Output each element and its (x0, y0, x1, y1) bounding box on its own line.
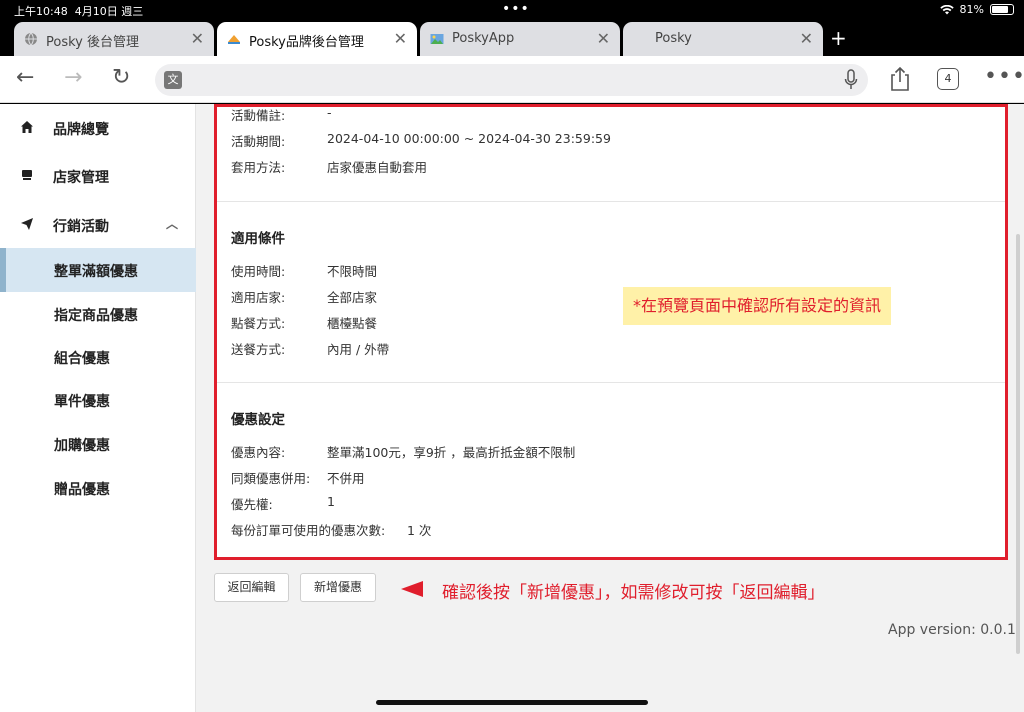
sidebar-item-store-management[interactable]: 店家管理 (0, 154, 196, 198)
tab-poskyapp[interactable]: PoskyApp ✕ (420, 22, 620, 56)
add-discount-button[interactable]: 新增優惠 (300, 573, 376, 602)
forward-arrow-icon[interactable]: → (64, 65, 82, 90)
status-bar: 上午10:48 4月10日 週三 ••• 81% (0, 0, 1024, 20)
browser-toolbar: ← → ↻ 文 4 ••• (0, 56, 1024, 103)
close-tab-icon[interactable]: ✕ (394, 29, 407, 48)
close-tab-icon[interactable]: ✕ (191, 29, 204, 48)
sidebar-item-label: 品牌總覽 (53, 122, 109, 138)
sidebar-item-label: 單件優惠 (54, 394, 110, 410)
app-version: App version: 0.0.1 (888, 622, 1016, 638)
share-icon[interactable] (888, 66, 912, 92)
sidebar-subitem-order-threshold[interactable]: 整單滿額優惠 (0, 248, 196, 292)
sidebar-item-label: 店家管理 (53, 170, 109, 186)
sidebar-item-label: 贈品優惠 (54, 482, 110, 498)
sidebar-item-brand-overview[interactable]: 品牌總覽 (0, 106, 196, 150)
sidebar-subitem-add-on[interactable]: 加購優惠 (0, 422, 196, 466)
new-tab-button[interactable]: + (830, 26, 847, 50)
sidebar-subitem-single-item[interactable]: 單件優惠 (0, 378, 196, 422)
reload-icon[interactable]: ↻ (112, 65, 130, 90)
sidebar-subitem-combo[interactable]: 組合優惠 (0, 335, 196, 379)
tab-label: PoskyApp (452, 31, 515, 46)
main-content: 品牌總覽 店家管理 行銷活動 ︿ 整單滿額優惠 指定商品優惠 組合優惠 單件優惠… (0, 104, 1024, 712)
sidebar: 品牌總覽 店家管理 行銷活動 ︿ 整單滿額優惠 指定商品優惠 組合優惠 單件優惠… (0, 104, 196, 712)
home-indicator[interactable] (376, 700, 648, 705)
chevron-up-icon[interactable]: ︿ (166, 215, 178, 232)
tab-strip: Posky 後台管理 ✕ Posky品牌後台管理 ✕ PoskyApp ✕ Po… (0, 20, 1024, 56)
more-options-icon[interactable]: ••• (984, 64, 1024, 89)
section-divider (217, 201, 1005, 202)
sidebar-subitem-specified-product[interactable]: 指定商品優惠 (0, 292, 196, 336)
posky-logo-icon (228, 35, 240, 44)
sidebar-item-label: 行銷活動 (53, 219, 109, 235)
sidebar-item-label: 整單滿額優惠 (54, 264, 138, 280)
sidebar-subitem-gift[interactable]: 贈品優惠 (0, 466, 196, 510)
close-tab-icon[interactable]: ✕ (597, 29, 610, 48)
status-date: 4月10日 週三 (74, 5, 144, 18)
tab-label: Posky 後台管理 (46, 35, 139, 50)
status-time: 上午10:48 4月10日 週三 (14, 5, 144, 18)
tab-count-button[interactable]: 4 (937, 68, 959, 90)
instruction-text: 確認後按「新增優惠」，如需修改可按「返回編輯」 (442, 583, 825, 603)
translate-icon[interactable]: 文 (164, 71, 182, 89)
tab-label: Posky品牌後台管理 (249, 35, 364, 50)
section-title-discount: 優惠設定 (231, 412, 285, 428)
tab-posky-admin[interactable]: Posky 後台管理 ✕ (14, 22, 214, 56)
section-title-conditions: 適用條件 (231, 231, 285, 247)
back-to-edit-button[interactable]: 返回編輯 (214, 573, 289, 602)
sidebar-item-label: 指定商品優惠 (54, 308, 138, 324)
close-tab-icon[interactable]: ✕ (800, 29, 813, 48)
sidebar-item-label: 組合優惠 (54, 351, 110, 367)
back-arrow-icon[interactable]: ← (16, 65, 34, 90)
home-icon (21, 121, 33, 133)
sidebar-item-marketing[interactable]: 行銷活動 ︿ (0, 203, 196, 247)
section-divider (217, 382, 1005, 383)
preview-note: *在預覽頁面中確認所有設定的資訊 (623, 287, 892, 325)
tab-posky-brand-admin[interactable]: Posky品牌後台管理 ✕ (217, 22, 417, 56)
send-icon (21, 218, 33, 230)
store-icon (22, 170, 32, 180)
image-icon (430, 34, 444, 44)
preview-card: 活動備註: - 活動期間: 2024-04-10 00:00:00 ~ 2024-0… (214, 104, 1008, 560)
address-bar[interactable] (155, 64, 868, 96)
microphone-icon[interactable] (844, 69, 858, 91)
battery-icon (990, 4, 1014, 15)
pointer-arrow-icon (401, 581, 423, 597)
sidebar-item-label: 加購優惠 (54, 438, 110, 454)
wifi-icon (939, 4, 954, 14)
scrollbar[interactable] (1016, 234, 1020, 654)
tab-label: Posky (655, 31, 692, 46)
battery-percent: 81% (959, 3, 984, 16)
globe-icon (25, 32, 37, 46)
multitask-dots[interactable]: ••• (502, 1, 530, 17)
tab-posky[interactable]: Posky ✕ (623, 22, 823, 56)
